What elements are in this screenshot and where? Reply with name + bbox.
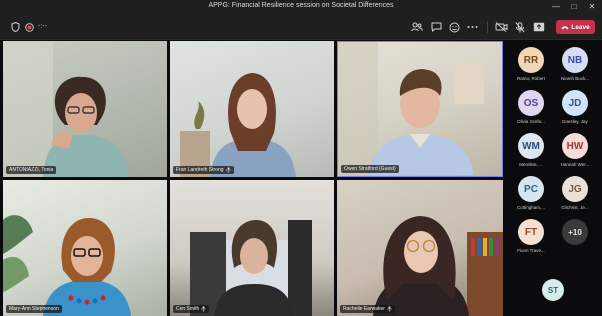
roster-name: Gilchrist, Je...: [561, 205, 589, 210]
roster-name: Hannah Wer...: [560, 162, 590, 167]
avatar: WM: [518, 133, 544, 159]
video-tile[interactable]: Mary-Ann Stephenson: [3, 180, 167, 316]
shield-icon[interactable]: [8, 20, 22, 34]
roster-participant[interactable]: FT Fionn Trave...: [509, 217, 551, 259]
participant-video: [338, 42, 484, 175]
leave-button[interactable]: Leave: [556, 20, 595, 34]
meeting-toolbar: -:-- Leave: [0, 14, 602, 40]
avatar: JD: [562, 90, 588, 116]
meeting-timer: -:--: [38, 23, 47, 30]
toolbar-divider: [487, 21, 488, 33]
participant-name-label: Mary-Ann Stephenson: [6, 305, 62, 313]
roster-participant[interactable]: WM Mereline, ...: [509, 131, 551, 173]
participant-roster: RR Ramo, Robert NB Niamh Buck... OS Oliv…: [505, 41, 602, 316]
leave-label: Leave: [571, 23, 590, 31]
title-bar: APPG: Financial Resilience session on So…: [0, 0, 602, 14]
more-participants-count: +10: [562, 219, 588, 245]
more-participants-button[interactable]: +10: [553, 217, 595, 259]
video-tile[interactable]: Rachelle Earwaker: [337, 180, 503, 316]
roster-participant[interactable]: NB Niamh Buck...: [553, 45, 595, 87]
roster-participant[interactable]: HW Hannah Wer...: [553, 131, 595, 173]
roster-name: Cottingham,...: [516, 205, 545, 210]
minimize-icon[interactable]: —: [548, 1, 564, 13]
participant-name-label: Cen Smith: [173, 305, 210, 313]
participant-name-label: ANTONIAZZI, Tonia: [6, 166, 57, 174]
close-icon[interactable]: ✕: [584, 1, 600, 13]
video-tile[interactable]: Cen Smith: [170, 180, 334, 316]
window-title: APPG: Financial Resilience session on So…: [208, 2, 394, 9]
participant-name-label: Fran Landreth Strong: [173, 166, 234, 174]
more-options-icon[interactable]: [465, 20, 479, 34]
microphone-muted-icon: [225, 167, 231, 173]
roster-participant[interactable]: JG Gilchrist, Je...: [553, 174, 595, 216]
avatar: JG: [562, 176, 588, 202]
phone-hangup-icon: [561, 25, 569, 29]
participant-video: [190, 220, 312, 316]
avatar: ST: [542, 279, 564, 301]
microphone-muted-icon: [201, 306, 207, 312]
video-tile[interactable]: Fran Landreth Strong: [170, 41, 334, 177]
video-grid: ANTONIAZZI, Tonia Fran Landreth Strong O…: [3, 41, 503, 316]
roster-name: Mereline, ...: [519, 162, 543, 167]
people-icon[interactable]: [410, 20, 424, 34]
microphone-muted-icon: [387, 306, 392, 312]
roster-name: Niamh Buck...: [560, 76, 589, 81]
avatar: NB: [562, 47, 588, 73]
roster-participant[interactable]: PC Cottingham,...: [509, 174, 551, 216]
participant-video: [180, 73, 296, 177]
participant-video: [373, 216, 503, 316]
recording-icon: [22, 20, 36, 34]
video-tile[interactable]: ANTONIAZZI, Tonia: [3, 41, 167, 177]
camera-off-icon[interactable]: [494, 20, 508, 34]
video-tile-active-speaker[interactable]: Owen Stratford (Guest): [337, 41, 503, 177]
roster-participant[interactable]: JD Doesley, Jay: [553, 88, 595, 130]
participant-video: [3, 215, 131, 316]
chat-icon[interactable]: [429, 20, 443, 34]
roster-name: Doesley, Jay: [562, 119, 588, 124]
roster-participant[interactable]: RR Ramo, Robert: [509, 45, 551, 87]
roster-name: Fionn Trave...: [517, 248, 545, 253]
participant-video: [3, 41, 129, 177]
roster-participant[interactable]: ST: [531, 277, 573, 316]
share-screen-icon[interactable]: [532, 20, 546, 34]
roster-participant[interactable]: OS Olivia Szefa...: [509, 88, 551, 130]
participant-name-label: Rachelle Earwaker: [340, 305, 395, 313]
roster-name: Ramo, Robert: [516, 76, 545, 81]
reactions-icon[interactable]: [447, 20, 461, 34]
microphone-off-icon[interactable]: [513, 20, 527, 34]
avatar: FT: [518, 219, 544, 245]
roster-name: Olivia Szefa...: [517, 119, 545, 124]
maximize-icon[interactable]: □: [566, 1, 582, 13]
participant-name-label: Owen Stratford (Guest): [341, 165, 399, 173]
avatar: PC: [518, 176, 544, 202]
avatar: HW: [562, 133, 588, 159]
avatar: OS: [518, 90, 544, 116]
avatar: RR: [518, 47, 544, 73]
